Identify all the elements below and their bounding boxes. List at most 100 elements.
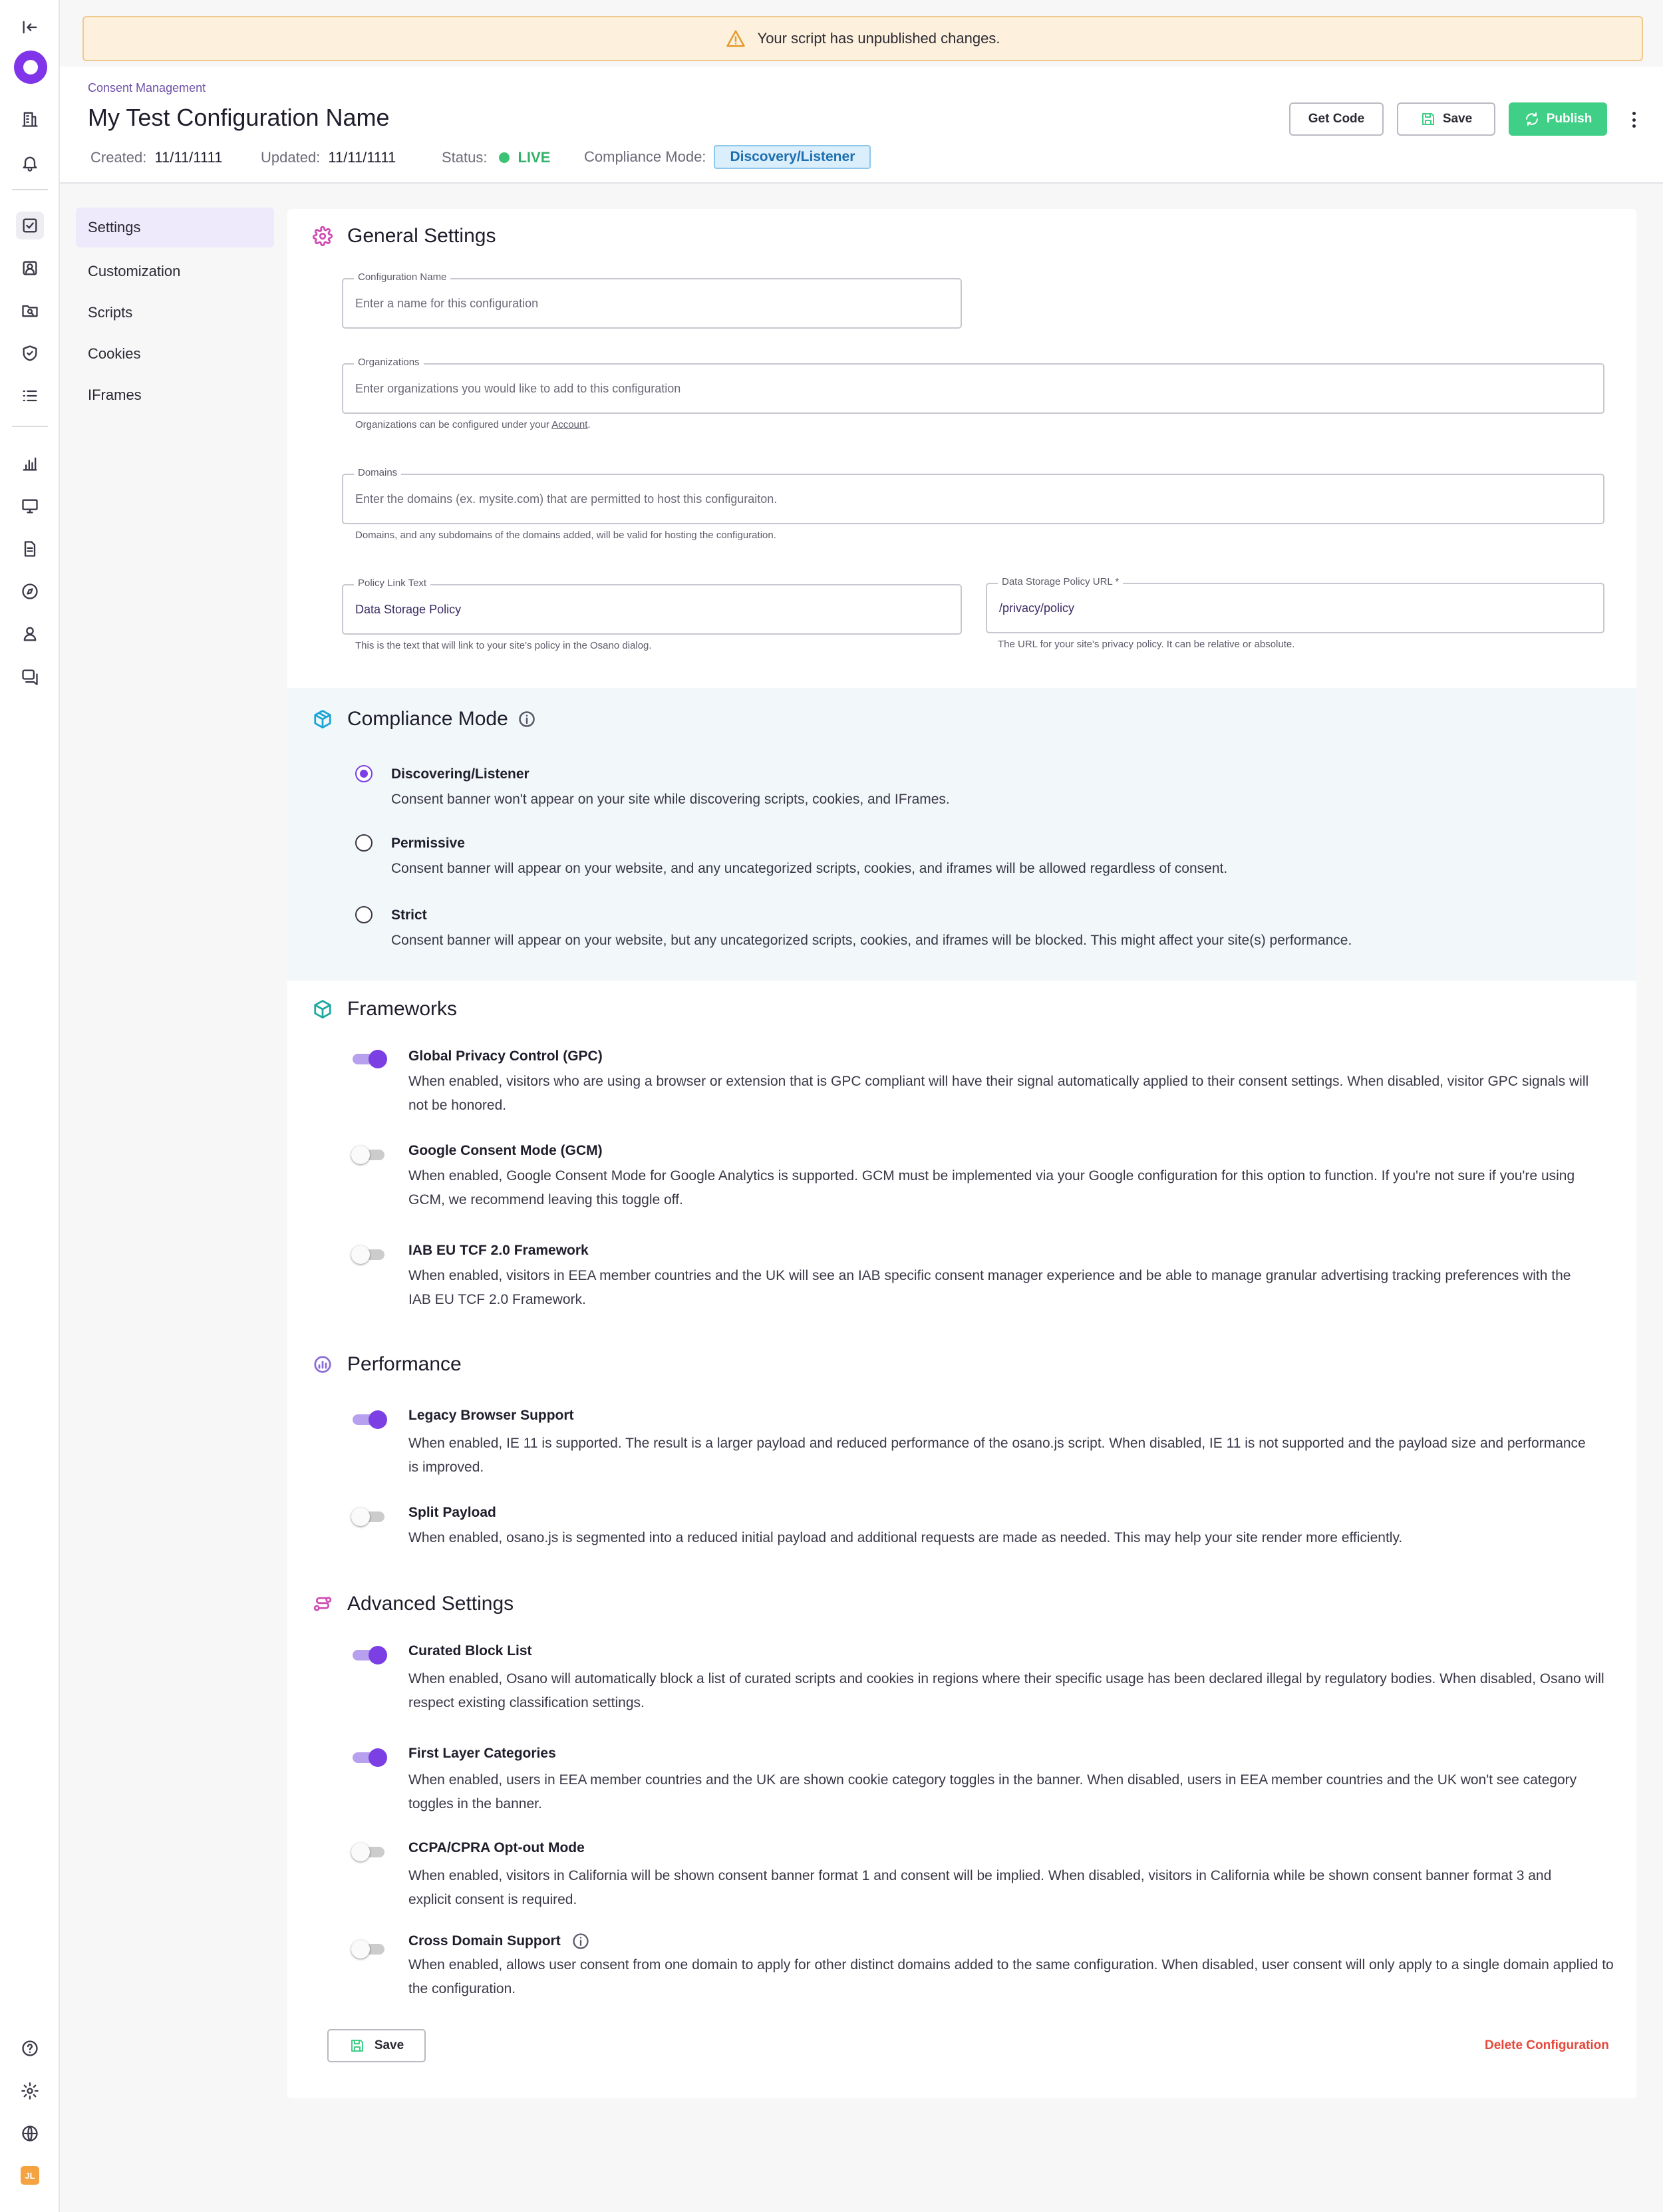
toggle-gcm[interactable]	[351, 1144, 386, 1164]
account-link[interactable]: Account	[551, 419, 587, 430]
compass-icon[interactable]	[16, 577, 44, 605]
configuration-name-field[interactable]: Configuration Name Enter a name for this…	[342, 271, 962, 329]
domains-field[interactable]: Domains Enter the domains (ex. mysite.co…	[342, 467, 1604, 524]
user-badge-icon[interactable]	[16, 620, 44, 648]
section-title: Performance	[347, 1353, 462, 1375]
organizations-help: Organizations can be configured under yo…	[355, 419, 591, 430]
created-meta: Created: 11/11/1111	[90, 149, 222, 166]
warning-icon	[726, 29, 746, 49]
nav-item-scripts[interactable]: Scripts	[76, 293, 274, 333]
live-status-dot	[499, 152, 510, 163]
updated-label: Updated:	[261, 149, 321, 166]
nav-item-settings[interactable]: Settings	[76, 208, 274, 247]
frameworks-heading: Frameworks	[313, 998, 457, 1021]
help-text: .	[587, 419, 591, 430]
cube-icon	[313, 709, 333, 729]
option-description: Consent banner will appear on your websi…	[391, 933, 1352, 948]
help-text: Organizations can be configured under yo…	[355, 419, 552, 430]
gauge-icon	[313, 1354, 333, 1374]
updated-value: 11/11/1111	[328, 149, 396, 166]
section-title: Compliance Mode	[347, 708, 508, 730]
delete-configuration-link[interactable]: Delete Configuration	[1485, 2038, 1609, 2053]
box-icon	[313, 999, 333, 1019]
option-description: Consent banner will appear on your websi…	[391, 861, 1228, 876]
toggle-first-layer-categories[interactable]	[353, 1747, 387, 1767]
field-label: Policy Link Text	[354, 577, 431, 589]
shield-icon[interactable]	[16, 339, 44, 367]
item-description: When enabled, IE 11 is supported. The re…	[408, 1436, 1586, 1475]
toggle-iab-tcf[interactable]	[351, 1244, 386, 1264]
organizations-field[interactable]: Organizations Enter organizations you wo…	[342, 357, 1604, 414]
bar-chart-icon[interactable]	[16, 450, 44, 478]
toggle-cross-domain[interactable]	[351, 1939, 386, 1959]
nav-item-cookies[interactable]: Cookies	[76, 334, 274, 374]
policy-url-field[interactable]: Data Storage Policy URL * /privacy/polic…	[986, 576, 1604, 633]
compliance-mode-heading: Compliance Mode	[313, 708, 536, 730]
radio-discovering-listener[interactable]	[355, 765, 373, 782]
status-label: Status:	[442, 149, 488, 166]
field-label: Domains	[354, 467, 402, 478]
route-icon	[313, 1594, 333, 1614]
info-icon[interactable]	[518, 710, 536, 728]
info-icon[interactable]	[571, 1932, 590, 1951]
toggle-gpc[interactable]	[353, 1048, 387, 1068]
more-options-icon[interactable]	[1624, 109, 1643, 130]
save-label: Save	[374, 2038, 404, 2052]
floppy-disk-icon	[349, 2038, 365, 2054]
folder-search-icon[interactable]	[16, 297, 44, 325]
footer-save-button[interactable]: Save	[327, 2029, 426, 2062]
user-avatar[interactable]: JL	[21, 2166, 39, 2185]
save-label: Save	[1442, 112, 1473, 126]
section-title: General Settings	[347, 225, 496, 247]
toggle-split-payload[interactable]	[351, 1506, 386, 1526]
field-label: Organizations	[354, 357, 424, 368]
get-code-button[interactable]: Get Code	[1289, 102, 1384, 136]
field-placeholder: Enter organizations you would like to ad…	[355, 382, 681, 395]
monitor-icon[interactable]	[16, 492, 44, 520]
bell-icon[interactable]	[16, 149, 44, 177]
radio-permissive[interactable]	[355, 834, 373, 852]
policy-link-text-help: This is the text that will link to your …	[355, 640, 652, 651]
sync-icon	[1524, 111, 1540, 127]
option-title: Discovering/Listener	[391, 766, 529, 782]
gear-icon[interactable]	[16, 2077, 44, 2105]
policy-link-text-field[interactable]: Policy Link Text Data Storage Policy	[342, 577, 962, 635]
document-icon[interactable]	[16, 535, 44, 563]
item-title: Cross Domain Support	[408, 1932, 590, 1951]
option-title: Strict	[391, 907, 427, 923]
list-icon[interactable]	[16, 382, 44, 410]
toggle-legacy-browser[interactable]	[353, 1409, 387, 1429]
publish-button[interactable]: Publish	[1509, 102, 1607, 136]
item-description: When enabled, allows user consent from o…	[408, 1957, 1614, 1996]
item-title: IAB EU TCF 2.0 Framework	[408, 1243, 589, 1258]
get-code-label: Get Code	[1308, 112, 1365, 126]
collapse-sidebar-icon[interactable]	[16, 13, 44, 41]
general-settings-heading: General Settings	[313, 225, 496, 247]
consent-checkbox-icon[interactable]	[16, 212, 44, 239]
page-header: Consent Management My Test Configuration…	[60, 67, 1663, 184]
rail-divider	[12, 426, 48, 427]
toggle-curated-block-list[interactable]	[353, 1645, 387, 1664]
compliance-mode-label: Compliance Mode:	[584, 148, 706, 165]
nav-item-customization[interactable]: Customization	[76, 251, 274, 291]
item-description: When enabled, Osano will automatically b…	[408, 1671, 1604, 1710]
nav-item-iframes[interactable]: IFrames	[76, 375, 274, 415]
toggle-ccpa-cpra[interactable]	[351, 1841, 386, 1861]
created-label: Created:	[90, 149, 147, 166]
page-title: My Test Configuration Name	[88, 104, 390, 131]
save-button[interactable]: Save	[1397, 102, 1495, 136]
radio-strict[interactable]	[355, 906, 373, 923]
field-placeholder: Enter the domains (ex. mysite.com) that …	[355, 492, 778, 506]
chat-icon[interactable]	[16, 663, 44, 691]
item-description: When enabled, users in EEA member countr…	[408, 1772, 1577, 1812]
app-logo-icon[interactable]	[14, 51, 47, 84]
globe-icon[interactable]	[16, 2120, 44, 2147]
item-title: First Layer Categories	[408, 1746, 556, 1761]
item-title: Global Privacy Control (GPC)	[408, 1048, 603, 1064]
user-profile-icon[interactable]	[16, 254, 44, 282]
item-title-text: Cross Domain Support	[408, 1933, 561, 1949]
help-icon[interactable]	[16, 2034, 44, 2062]
building-icon[interactable]	[16, 105, 44, 133]
item-title: Curated Block List	[408, 1643, 532, 1659]
breadcrumb[interactable]: Consent Management	[88, 81, 206, 95]
